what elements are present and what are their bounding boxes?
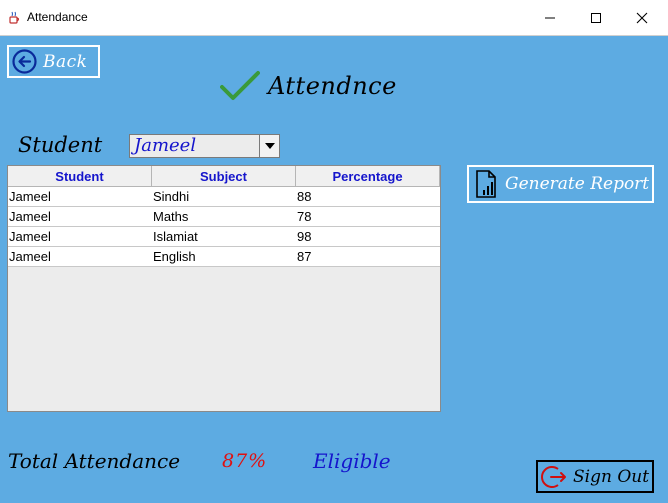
student-select[interactable]: Jameel <box>129 134 280 158</box>
sign-out-label: Sign Out <box>573 466 650 487</box>
window-title: Attendance <box>27 10 88 24</box>
document-chart-icon <box>476 170 496 198</box>
student-select-arrow[interactable] <box>259 135 279 157</box>
table-row[interactable]: Jameel Sindhi 88 <box>8 187 440 207</box>
cell-subject: Maths <box>153 209 189 224</box>
total-attendance-label: Total Attendance <box>8 449 181 473</box>
maximize-icon <box>591 13 601 23</box>
page-title: Attendnce <box>268 72 397 100</box>
table-row[interactable]: Jameel Islamiat 98 <box>8 227 440 247</box>
cell-subject: Sindhi <box>153 189 190 204</box>
cell-percentage: 88 <box>297 189 312 204</box>
cell-percentage: 87 <box>297 249 312 264</box>
close-icon <box>636 12 648 24</box>
generate-report-label: Generate Report <box>505 174 650 194</box>
cell-subject: English <box>153 249 196 264</box>
arrow-left-circle-icon <box>12 49 37 74</box>
column-header-subject[interactable]: Subject <box>152 166 296 187</box>
column-header-student[interactable]: Student <box>8 166 152 187</box>
sign-out-button[interactable]: Sign Out <box>536 460 654 493</box>
page-heading: Attendnce <box>220 70 397 102</box>
generate-report-button[interactable]: Generate Report <box>467 165 654 203</box>
sign-out-icon <box>541 465 566 488</box>
cell-percentage: 98 <box>297 229 312 244</box>
cell-student: Jameel <box>9 229 51 244</box>
total-attendance-value: 87% <box>222 450 268 472</box>
cell-student: Jameel <box>9 249 51 264</box>
cell-student: Jameel <box>9 209 51 224</box>
cell-subject: Islamiat <box>153 229 198 244</box>
minimize-button[interactable] <box>527 0 573 36</box>
table-row[interactable]: Jameel English 87 <box>8 247 440 267</box>
table-row[interactable]: Jameel Maths 78 <box>8 207 440 227</box>
java-cup-icon <box>9 11 20 24</box>
title-bar: Attendance <box>0 0 668 36</box>
checkmark-icon <box>220 71 260 100</box>
cell-percentage: 78 <box>297 209 312 224</box>
attendance-table[interactable]: Student Subject Percentage Jameel Sindhi… <box>7 165 441 412</box>
eligibility-status: Eligible <box>313 449 391 473</box>
back-button-label: Back <box>43 51 88 72</box>
student-select-value: Jameel <box>134 135 197 156</box>
maximize-button[interactable] <box>573 0 619 36</box>
student-label: Student <box>18 133 103 157</box>
close-button[interactable] <box>619 0 665 36</box>
back-button[interactable]: Back <box>7 45 100 78</box>
main-panel: Back Attendnce Student Jameel Student Su… <box>0 36 668 503</box>
table-header: Student Subject Percentage <box>8 166 440 187</box>
cell-student: Jameel <box>9 189 51 204</box>
column-header-percentage[interactable]: Percentage <box>296 166 440 187</box>
chevron-down-icon <box>264 143 275 149</box>
minimize-icon <box>545 17 555 19</box>
